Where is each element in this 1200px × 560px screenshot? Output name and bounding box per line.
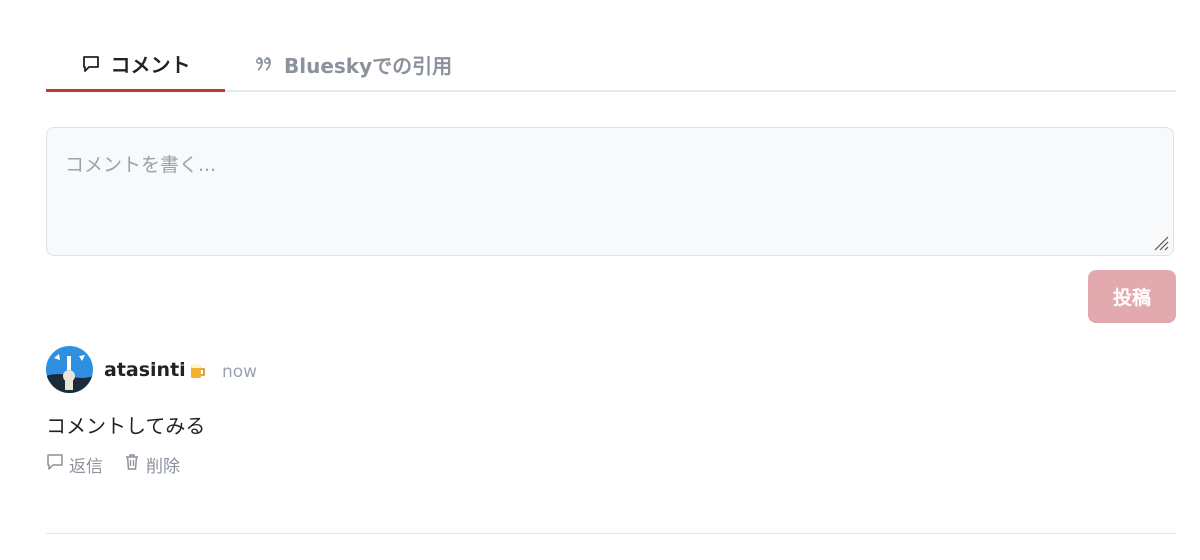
comment-body: コメントしてみる xyxy=(46,414,206,438)
comment-author[interactable]: atasinti xyxy=(104,359,207,381)
quote-icon xyxy=(254,54,274,74)
reply-button[interactable]: 返信 xyxy=(46,452,103,477)
delete-label: 削除 xyxy=(146,457,180,477)
post-button[interactable]: 投稿 xyxy=(1088,270,1176,323)
author-name: atasinti xyxy=(104,359,186,381)
comments-section: コメント Blueskyでの引用 コメントを書く... 投稿 atasinti … xyxy=(0,0,1200,560)
tab-comments-label: コメント xyxy=(110,53,191,77)
avatar[interactable] xyxy=(46,346,93,393)
tab-bluesky-quotes[interactable]: Blueskyでの引用 xyxy=(254,38,452,90)
comment-input[interactable]: コメントを書く... xyxy=(46,127,1174,256)
comment-timestamp: now xyxy=(222,362,258,382)
trash-icon xyxy=(123,453,141,476)
delete-button[interactable]: 削除 xyxy=(123,452,180,477)
comment-input-placeholder: コメントを書く... xyxy=(65,154,217,176)
tab-bar: コメント Blueskyでの引用 xyxy=(46,38,1176,92)
beer-mug-icon xyxy=(189,361,207,379)
comment-icon xyxy=(81,54,101,74)
tab-bluesky-label: Blueskyでの引用 xyxy=(284,53,453,78)
reply-icon xyxy=(46,453,64,476)
comment-actions: 返信 削除 xyxy=(46,452,180,477)
reply-label: 返信 xyxy=(69,457,103,477)
tab-comments[interactable]: コメント xyxy=(46,38,225,92)
divider xyxy=(46,533,1176,534)
resize-handle-icon[interactable] xyxy=(1151,233,1169,251)
